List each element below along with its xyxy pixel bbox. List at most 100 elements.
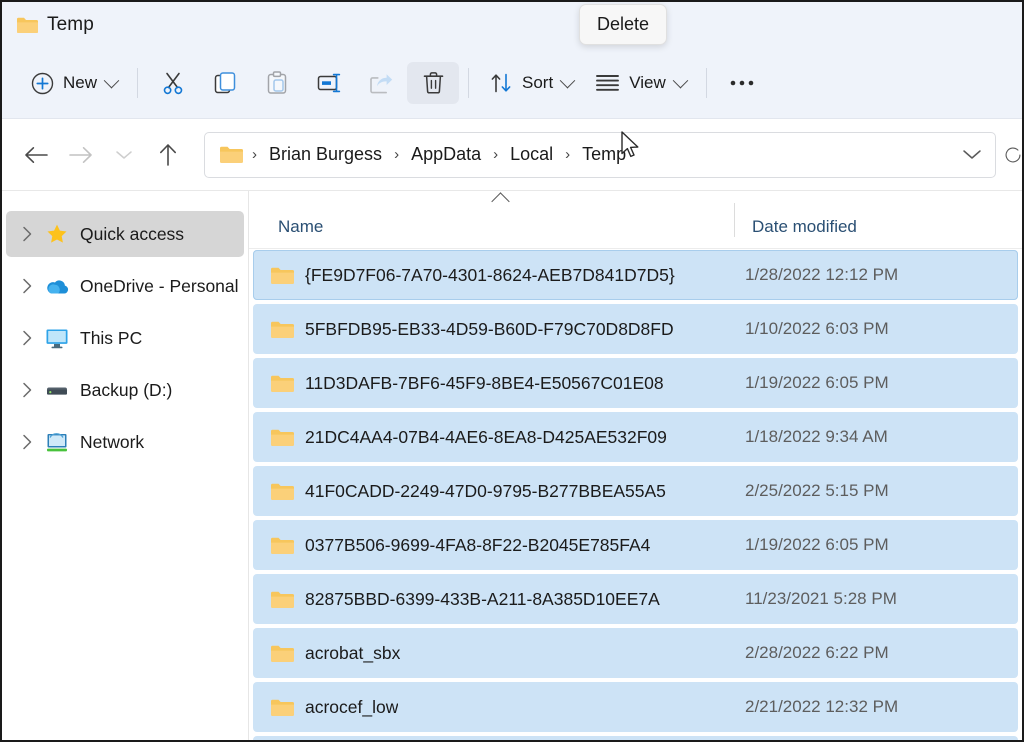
list-lines-icon — [595, 73, 620, 93]
file-date-modified: 11/23/2021 5:28 PM — [734, 589, 1018, 609]
breadcrumb-item-1[interactable]: AppData — [406, 141, 486, 168]
sidebar-item-network[interactable]: Network — [6, 419, 244, 465]
sort-arrows-icon — [489, 71, 513, 95]
sidebar-item-onedrive[interactable]: OneDrive - Personal — [6, 263, 244, 309]
file-name-cell: 11D3DAFB-7BF6-45F9-8BE4-E50567C01E08 — [253, 373, 734, 394]
file-date-modified: 1/18/2022 9:34 AM — [734, 427, 1018, 447]
star-icon — [44, 222, 70, 246]
column-headers: Name Date modified — [249, 191, 1022, 249]
sort-button[interactable]: Sort — [478, 62, 584, 104]
table-row[interactable]: acrocef_low 2/21/2022 12:32 PM — [253, 682, 1018, 732]
share-icon — [368, 70, 394, 96]
file-name: 21DC4AA4-07B4-4AE6-8EA8-D425AE532F09 — [305, 427, 667, 448]
column-header-date-label: Date modified — [752, 217, 857, 237]
chevron-right-icon[interactable] — [16, 223, 38, 245]
folder-icon — [270, 320, 294, 339]
network-icon — [44, 430, 70, 454]
back-button[interactable] — [14, 133, 58, 177]
recent-locations-button[interactable] — [102, 133, 146, 177]
copy-button[interactable] — [199, 62, 251, 104]
file-date-modified: 2/28/2022 6:22 PM — [734, 643, 1018, 663]
file-name: 41F0CADD-2249-47D0-9795-B277BBEA55A5 — [305, 481, 666, 502]
file-date-modified: 1/19/2022 6:05 PM — [734, 373, 1018, 393]
folder-icon — [270, 428, 294, 447]
share-button[interactable] — [355, 62, 407, 104]
chevron-right-icon[interactable] — [16, 431, 38, 453]
plus-circle-icon — [31, 72, 54, 95]
delete-button[interactable] — [407, 62, 459, 104]
clipboard-icon — [264, 70, 290, 96]
sidebar-item-backup-drive[interactable]: Backup (D:) — [6, 367, 244, 413]
table-row[interactable]: 41F0CADD-2249-47D0-9795-B277BBEA55A5 2/2… — [253, 466, 1018, 516]
navigation-pane: Quick access OneDrive - Personal — [2, 191, 249, 742]
breadcrumb-item-0[interactable]: Brian Burgess — [264, 141, 387, 168]
breadcrumb-separator: › — [245, 146, 264, 163]
toolbar-divider-2 — [468, 68, 469, 98]
copy-icon — [212, 70, 238, 96]
folder-icon — [270, 374, 294, 393]
file-name: acrobat_sbx — [305, 643, 400, 664]
table-row[interactable]: 21DC4AA4-07B4-4AE6-8EA8-D425AE532F09 1/1… — [253, 412, 1018, 462]
monitor-icon — [44, 326, 70, 350]
view-button-label: View — [629, 73, 666, 93]
table-row[interactable]: 82875BBD-6399-433B-A211-8A385D10EE7A 11/… — [253, 574, 1018, 624]
more-button[interactable] — [716, 62, 768, 104]
column-header-name[interactable]: Name — [249, 217, 734, 237]
breadcrumb-separator: › — [558, 146, 577, 163]
paste-button[interactable] — [251, 62, 303, 104]
toolbar-divider-3 — [706, 68, 707, 98]
forward-button[interactable] — [58, 133, 102, 177]
table-row[interactable]: acrobat_sbx 2/28/2022 6:22 PM — [253, 628, 1018, 678]
sidebar-item-label: Quick access — [80, 224, 184, 245]
breadcrumb-folder-icon — [219, 145, 243, 164]
chevron-right-icon[interactable] — [16, 379, 38, 401]
file-name-cell: acrobat_sbx — [253, 643, 734, 664]
table-row[interactable]: {FE9D7F06-7A70-4301-8624-AEB7D841D7D5} 1… — [253, 250, 1018, 300]
table-row[interactable]: 0377B506-9699-4FA8-8F22-B2045E785FA4 1/1… — [253, 520, 1018, 570]
refresh-button[interactable] — [996, 132, 1022, 178]
tab-title: Temp — [47, 14, 94, 36]
view-button[interactable]: View — [584, 62, 697, 104]
file-date-modified: 2/25/2022 5:15 PM — [734, 481, 1018, 501]
file-name: 0377B506-9699-4FA8-8F22-B2045E785FA4 — [305, 535, 650, 556]
file-date-modified: 2/21/2022 12:32 PM — [734, 697, 1018, 717]
sidebar-item-this-pc[interactable]: This PC — [6, 315, 244, 361]
new-button-label: New — [63, 73, 97, 93]
breadcrumb-separator: › — [387, 146, 406, 163]
sort-ascending-icon — [491, 192, 509, 210]
table-row[interactable]: 11D3DAFB-7BF6-45F9-8BE4-E50567C01E08 1/1… — [253, 358, 1018, 408]
column-header-date-modified[interactable]: Date modified — [734, 203, 1022, 237]
folder-icon — [270, 644, 294, 663]
file-name-cell: 0377B506-9699-4FA8-8F22-B2045E785FA4 — [253, 535, 734, 556]
command-bar: New — [2, 48, 1022, 119]
table-row-partial[interactable] — [253, 736, 1018, 742]
address-dropdown-icon[interactable] — [955, 138, 989, 172]
chevron-down-icon — [104, 72, 120, 88]
table-row[interactable]: 5FBFDB95-EB33-4D59-B60D-F79C70D8D8FD 1/1… — [253, 304, 1018, 354]
scissors-icon — [160, 70, 186, 96]
chevron-right-icon[interactable] — [16, 275, 38, 297]
file-list-pane: Name Date modified {FE9D7 — [249, 191, 1022, 742]
cloud-icon — [44, 274, 70, 298]
file-date-modified: 1/28/2022 12:12 PM — [734, 265, 1018, 285]
drive-icon — [44, 378, 70, 402]
chevron-right-icon[interactable] — [16, 327, 38, 349]
breadcrumb-item-2[interactable]: Local — [505, 141, 558, 168]
folder-icon — [270, 266, 294, 285]
breadcrumb-bar[interactable]: › Brian Burgess › AppData › Local › Temp — [204, 132, 996, 178]
delete-tooltip: Delete — [579, 4, 667, 45]
toolbar-divider-1 — [137, 68, 138, 98]
new-button[interactable]: New — [20, 62, 128, 104]
title-bar: Temp — [2, 2, 1022, 48]
sidebar-item-label: This PC — [80, 328, 142, 349]
rename-button[interactable] — [303, 62, 355, 104]
cut-button[interactable] — [147, 62, 199, 104]
file-date-modified: 1/19/2022 6:05 PM — [734, 535, 1018, 555]
folder-icon — [16, 16, 38, 34]
sidebar-item-label: Backup (D:) — [80, 380, 172, 401]
file-name-cell: 41F0CADD-2249-47D0-9795-B277BBEA55A5 — [253, 481, 734, 502]
sidebar-item-label: Network — [80, 432, 144, 453]
up-button[interactable] — [146, 133, 190, 177]
sidebar-item-quick-access[interactable]: Quick access — [6, 211, 244, 257]
breadcrumb-item-3[interactable]: Temp — [577, 141, 631, 168]
